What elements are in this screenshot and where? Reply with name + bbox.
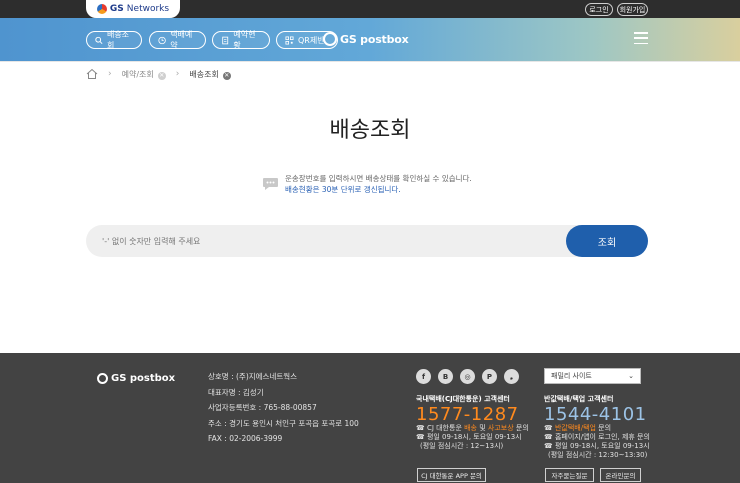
gs-postbox-logo[interactable]: GS postbox (323, 32, 409, 46)
search-icon (95, 36, 103, 44)
chevron-down-icon: ⌄ (628, 372, 634, 380)
chevron-right-icon: › (175, 69, 180, 79)
social-links: f B ◎ P ❟ (416, 369, 519, 384)
cs2-line4: (평일 점심시간 : 12:30~13:30) (548, 451, 648, 459)
cs2-line3: ☎ 평일 09-18시, 토요일 09-13시 (544, 442, 650, 450)
company-info: 상호명 : (주)지에스네트웍스 대표자명 : 김성기 사업자등록번호 : 76… (208, 369, 359, 447)
cs1-line2: ☎ 평일 09-18시, 토요일 09-13시 (416, 433, 522, 441)
search-button[interactable]: 조회 (566, 225, 648, 257)
cs2-phone: 1544-4101 (544, 404, 647, 425)
close-icon[interactable]: ✕ (222, 71, 231, 80)
tracking-search: 조회 (86, 225, 648, 257)
instagram-icon[interactable]: ◎ (460, 369, 475, 384)
cs1-heading: 국내택배(CJ대한통운) 고객센터 (416, 395, 510, 403)
online-inquiry-button[interactable]: 온라인문의 (600, 468, 641, 482)
halfprice-customer-center: 반값택배/택업 고객센터 1544-4101 ☎ 반값택배/택업 문의 ☎ 홈페… (544, 395, 664, 460)
cs1-phone: 1577-1287 (416, 404, 519, 425)
hamburger-icon[interactable] (634, 32, 648, 44)
business-number: 사업자등록번호 : 765-88-00857 (208, 403, 317, 412)
breadcrumb-level1[interactable]: 예약/조회 ✕ (122, 69, 166, 80)
document-icon (222, 36, 229, 44)
login-button[interactable]: 로그인 (585, 3, 613, 16)
nav-label: 예약현황 (233, 30, 256, 50)
nav-tracking-button[interactable]: 배송조회 (86, 30, 142, 50)
close-icon[interactable]: ✕ (157, 71, 166, 80)
postbox-mark-icon (97, 373, 108, 384)
company-fax: FAX : 02-2006-3999 (208, 434, 283, 443)
home-icon[interactable] (86, 68, 98, 80)
facebook-icon[interactable]: f (416, 369, 431, 384)
nav-label: 택배예약 (170, 30, 193, 50)
cs1-line3: (평일 점심시간 : 12~13시) (420, 442, 504, 450)
nav-divider (0, 61, 740, 62)
cs2-line2: ☎ 홈페이지/앱이 로그인, 제휴 문의 (544, 433, 650, 441)
family-site-select[interactable]: 패밀리 사이트 ⌄ (544, 368, 641, 384)
footer-logo[interactable]: GS postbox (97, 373, 175, 384)
nav-label: 배송조회 (106, 30, 130, 50)
cs2-heading: 반값택배/택업 고객센터 (544, 395, 614, 403)
page-title: 배송조회 (329, 118, 411, 143)
tracking-number-input[interactable] (86, 225, 596, 257)
tracking-notice: 운송장번호를 입력하시면 배송상태를 확인하실 수 있습니다. 배송현황은 30… (262, 173, 472, 195)
gs-logo-icon (96, 4, 107, 14)
company-name: 상호명 : (주)지에스네트웍스 (208, 372, 298, 381)
cs2-line1: ☎ 반값택배/택업 문의 (544, 424, 612, 432)
blog-icon[interactable]: B (438, 369, 453, 384)
postbox-mark-icon (323, 32, 337, 46)
main-nav: 배송조회 택배예약 예약현황 QR제반 GS postbox (0, 18, 740, 61)
cj-app-inquiry-button[interactable]: CJ 대한통운 APP 문의 (417, 468, 486, 482)
kakao-icon[interactable]: ❟ (504, 369, 519, 384)
family-site-label: 패밀리 사이트 (551, 372, 592, 380)
brand-name: GS postbox (340, 32, 409, 46)
nav-label: QR제반 (298, 35, 325, 45)
nav-status-button[interactable]: 예약현황 (212, 30, 270, 50)
ceo-name: 대표자명 : 김성기 (208, 387, 264, 397)
footer-brand: GS postbox (111, 373, 176, 384)
qr-icon (285, 35, 294, 45)
speech-bubble-icon (263, 178, 278, 190)
chevron-right-icon: › (108, 69, 112, 79)
cj-customer-center: 국내택배(CJ대한통운) 고객센터 1577-1287 ☎ CJ 대한통운 배송… (416, 395, 536, 451)
clock-icon (158, 36, 166, 44)
cs1-line1: ☎ CJ 대한통운 배송 및 사고보상 문의 (416, 424, 529, 432)
company-address: 주소 : 경기도 용인시 처인구 포곡읍 포곡로 100 (208, 418, 359, 428)
network-name: Networks (126, 4, 170, 14)
breadcrumb-level2[interactable]: 배송조회 ✕ (189, 69, 231, 80)
notice-line-1: 운송장번호를 입력하시면 배송상태를 확인하실 수 있습니다. (285, 174, 472, 183)
network-prefix: GS (109, 4, 124, 14)
signup-button[interactable]: 회원가입 (617, 3, 648, 16)
faq-button[interactable]: 자주묻는질문 (545, 468, 594, 482)
nav-reservation-button[interactable]: 택배예약 (149, 30, 206, 50)
gs-networks-logo[interactable]: GS Networks (86, 0, 180, 18)
notice-line-2: 배송현황은 30분 단위로 갱신됩니다. (285, 185, 401, 194)
breadcrumb: › 예약/조회 ✕ › 배송조회 ✕ (86, 67, 231, 81)
post-icon[interactable]: P (482, 369, 497, 384)
